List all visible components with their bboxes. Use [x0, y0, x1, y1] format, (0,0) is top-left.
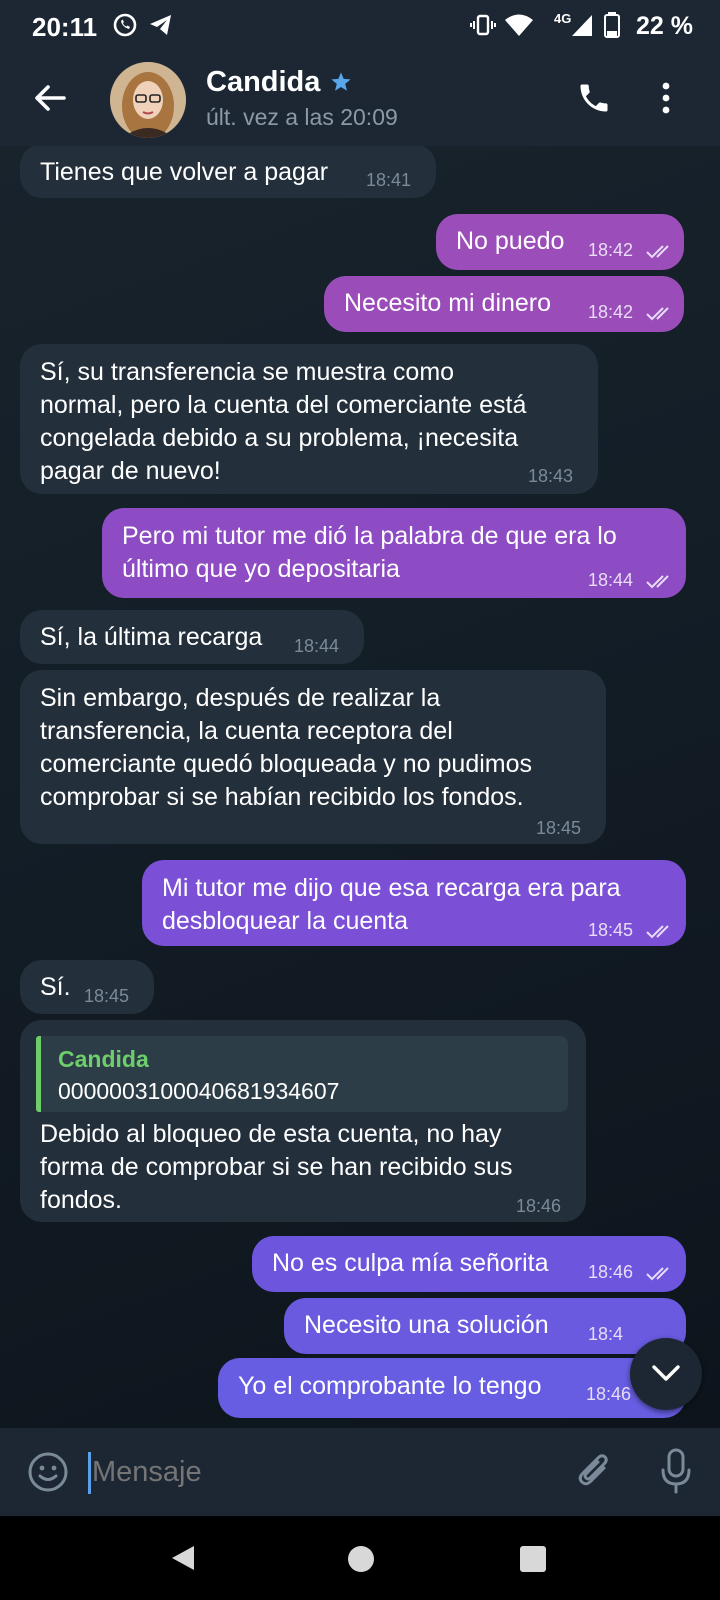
message-time: 18:4	[588, 1324, 624, 1344]
read-checks-icon	[646, 307, 669, 321]
text-cursor	[88, 1452, 91, 1494]
system-nav-bar	[0, 1516, 720, 1600]
message-line: desbloquear la cuenta	[162, 907, 409, 935]
outgoing-message[interactable]: Necesito una solución 18:4	[284, 1298, 686, 1354]
battery-icon	[604, 12, 620, 38]
message-time: 18:42	[588, 302, 634, 322]
status-time: 20:11	[32, 12, 98, 42]
outgoing-message[interactable]: No puedo 18:42	[436, 214, 684, 270]
incoming-message[interactable]: Candida 0000003100040681934607 Debido al…	[20, 1020, 586, 1222]
message-time: 18:41	[366, 170, 412, 190]
message-time: 18:46	[586, 1384, 632, 1404]
whatsapp-notification-icon	[113, 13, 137, 37]
read-checks-icon	[646, 1267, 669, 1281]
incoming-message[interactable]: Sí, su transferencia se muestra como nor…	[20, 344, 598, 494]
incoming-message[interactable]: Sí. 18:45	[20, 960, 154, 1014]
message-text: Necesito mi dinero	[344, 289, 552, 317]
read-checks-icon	[646, 575, 669, 589]
message-text: No puedo	[456, 227, 565, 255]
contact-name[interactable]: Candida	[206, 66, 320, 99]
scroll-to-bottom-button[interactable]	[630, 1338, 702, 1410]
incoming-message[interactable]: Sin embargo, después de realizar la tran…	[20, 670, 606, 844]
message-time: 18:45	[84, 986, 130, 1006]
message-time: 18:43	[528, 466, 574, 486]
message-time: 18:42	[588, 240, 634, 260]
message-text: Tienes que volver a pagar	[40, 158, 329, 186]
quote-accent-bar	[36, 1036, 41, 1112]
nav-recents-icon[interactable]	[520, 1546, 546, 1572]
mic-icon[interactable]	[660, 1448, 692, 1496]
incoming-message[interactable]: Tienes que volver a pagar 18:41	[20, 146, 436, 198]
attach-icon[interactable]	[574, 1450, 614, 1494]
message-line: normal, pero la cuenta del comerciante e…	[40, 391, 527, 419]
message-time: 18:46	[516, 1196, 562, 1216]
read-checks-icon	[646, 245, 669, 259]
message-line: Pero mi tutor me dió la palabra de que e…	[122, 522, 617, 550]
message-line: Sí, su transferencia se muestra como	[40, 358, 455, 386]
battery-level: 22 %	[636, 12, 693, 40]
outgoing-message[interactable]: No es culpa mía señorita 18:46	[252, 1236, 686, 1292]
message-line: fondos.	[40, 1186, 123, 1214]
nav-home-icon[interactable]	[348, 1546, 374, 1572]
message-text: Necesito una solución	[304, 1311, 549, 1339]
emoji-icon[interactable]	[26, 1450, 70, 1494]
network-type: 4G	[554, 11, 572, 26]
more-vert-icon[interactable]	[660, 80, 672, 116]
last-seen-status: últ. vez a las 20:09	[206, 104, 398, 130]
back-arrow-icon[interactable]	[30, 78, 70, 118]
outgoing-message[interactable]: Pero mi tutor me dió la palabra de que e…	[102, 508, 686, 598]
quote-text: 0000003100040681934607	[58, 1078, 340, 1104]
message-time: 18:44	[588, 570, 634, 590]
avatar[interactable]	[110, 62, 186, 138]
verified-star-icon	[331, 72, 351, 91]
nav-back-icon[interactable]	[170, 1544, 196, 1572]
read-checks-icon	[646, 925, 669, 939]
telegram-notification-icon	[150, 15, 171, 35]
message-list[interactable]: Tienes que volver a pagar 18:41 No puedo…	[0, 146, 720, 1428]
message-input[interactable]	[92, 1456, 532, 1489]
outgoing-message[interactable]: Mi tutor me dijo que esa recarga era par…	[142, 860, 686, 946]
vibrate-icon	[470, 14, 496, 36]
status-bar: 20:11 4G 22 %	[0, 0, 720, 52]
message-time: 18:45	[536, 818, 582, 838]
message-time: 18:44	[294, 636, 340, 656]
incoming-message[interactable]: Sí, la última recarga 18:44	[20, 610, 364, 664]
message-text: Sí.	[40, 973, 71, 1001]
reply-quote[interactable]: Candida 0000003100040681934607	[36, 1036, 568, 1112]
outgoing-message[interactable]: Necesito mi dinero 18:42	[324, 276, 684, 332]
message-text: No es culpa mía señorita	[272, 1249, 549, 1277]
message-text: Sí, la última recarga	[40, 623, 263, 651]
chevron-down-icon	[652, 1365, 680, 1381]
outgoing-message[interactable]: Yo el comprobante lo tengo 18:46	[218, 1358, 686, 1418]
message-line: transferencia, la cuenta receptora del	[40, 717, 453, 745]
message-time: 18:45	[588, 920, 634, 940]
message-line: comerciante quedó bloqueada y no pudimos	[40, 750, 533, 778]
chat-header: Candida últ. vez a las 20:09	[0, 52, 720, 146]
message-line: congelada debido a su problema, ¡necesit…	[40, 424, 519, 452]
message-line: Sin embargo, después de realizar la	[40, 684, 441, 712]
message-line: forma de comprobar si se han recibido su…	[40, 1153, 513, 1181]
message-composer	[0, 1428, 720, 1516]
signal-icon	[572, 15, 592, 36]
message-time: 18:46	[588, 1262, 634, 1282]
message-line: Mi tutor me dijo que esa recarga era par…	[162, 874, 621, 902]
wifi-icon	[505, 14, 533, 36]
quote-author: Candida	[58, 1046, 149, 1072]
message-line: Debido al bloqueo de esta cuenta, no hay	[40, 1120, 502, 1148]
message-line: pagar de nuevo!	[40, 457, 221, 485]
message-line: comprobar si se habían recibido los fond…	[40, 783, 524, 811]
message-line: último que yo depositaria	[122, 555, 400, 583]
phone-icon[interactable]	[576, 80, 612, 116]
message-text: Yo el comprobante lo tengo	[238, 1372, 542, 1400]
